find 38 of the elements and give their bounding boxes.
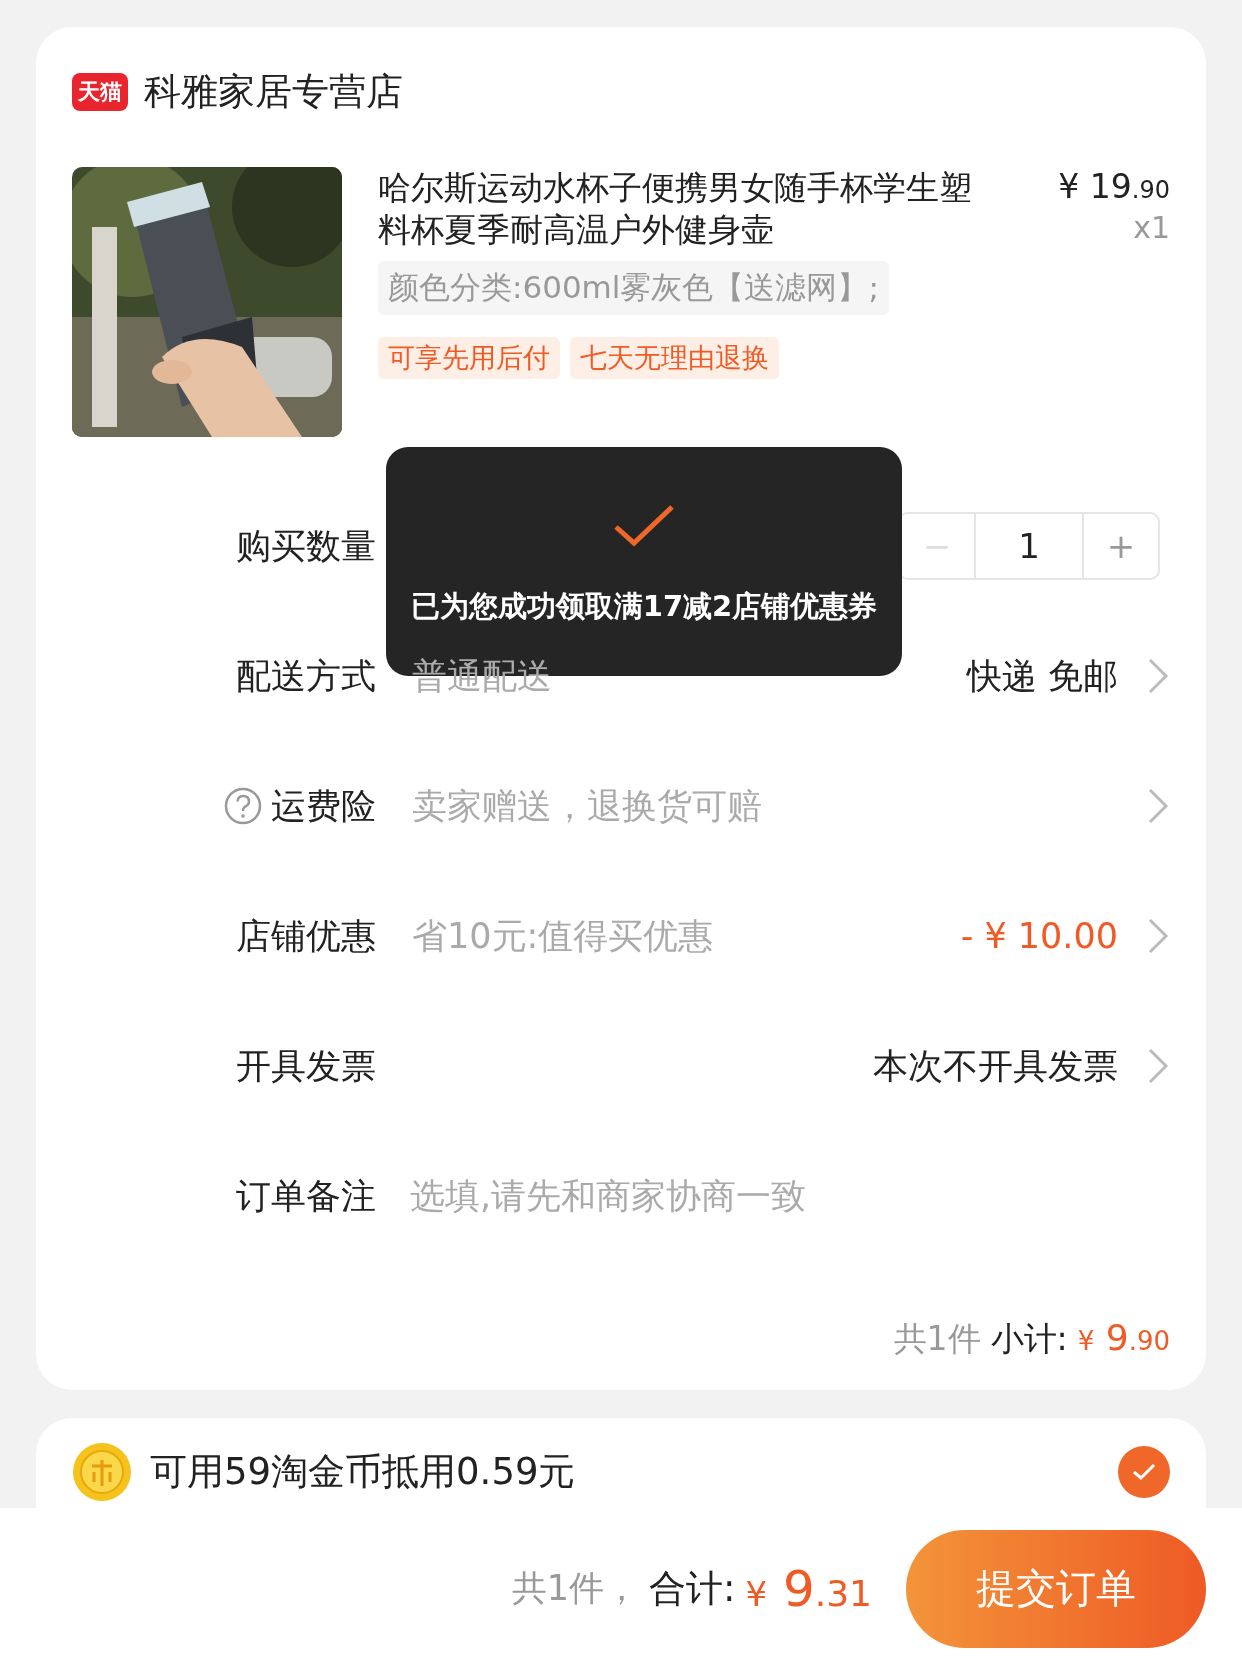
chevron-right-icon [1146, 916, 1170, 956]
row-label: 配送方式 [236, 654, 376, 698]
total-price: ¥ 9.31 [745, 1559, 872, 1618]
row-detail[interactable]: 本次不开具发票 [873, 1042, 1118, 1090]
row-label: 开具发票 [236, 1044, 376, 1088]
row-detail[interactable]: 快递 免邮 [966, 652, 1118, 700]
coin-checkbox[interactable] [1118, 1446, 1170, 1498]
coin-icon [72, 1442, 132, 1502]
coin-offer: 可用59淘金币抵用0.59元 [150, 1449, 577, 1495]
toast-message: 已为您成功领取满17减2店铺优惠券 [410, 588, 878, 625]
row-label: 购买数量 [236, 524, 376, 568]
product-price: ¥ 19.90 [1058, 167, 1170, 206]
note-field[interactable]: 选填,请先和商家协商一致 [408, 1175, 1170, 1217]
sku-label[interactable]: 颜色分类:600ml雾灰色【送滤网】; [378, 261, 889, 315]
row-label: 店铺优惠 [236, 914, 376, 958]
item-count: 共1件 [893, 1318, 981, 1360]
service-tag: 可享先用后付 [378, 337, 560, 379]
help-icon[interactable] [223, 786, 263, 826]
store-name[interactable]: 科雅家居专营店 [144, 67, 403, 117]
chevron-right-icon [1146, 1046, 1170, 1086]
row-label: 运费险 [271, 784, 376, 828]
product-title[interactable]: 哈尔斯运动水杯子便携男女随手杯学生塑料杯夏季耐高温户外健身壶 [378, 167, 1039, 251]
submit-order-button[interactable]: 提交订单 [906, 1529, 1206, 1648]
subtotal-label: 小计: [990, 1318, 1068, 1360]
check-icon [612, 503, 676, 549]
store-badge: 天猫 [72, 72, 128, 112]
subtotal-price: ¥ 9.90 [1077, 1317, 1170, 1358]
check-icon [1131, 1462, 1157, 1482]
service-tag: 七天无理由退换 [570, 337, 779, 379]
product-quantity: x1 [1133, 210, 1170, 245]
discount-amount[interactable]: - ¥ 10.00 [960, 916, 1118, 956]
total-label: 合计: [648, 1565, 736, 1612]
row-value: 省10元:值得买优惠 [412, 915, 714, 956]
item-count: 共1件， [511, 1567, 639, 1610]
chevron-right-icon [1146, 786, 1170, 826]
chevron-right-icon [1146, 656, 1170, 696]
row-label: 订单备注 [236, 1174, 376, 1218]
row-value: 卖家赠送，退换货可赔 [412, 785, 762, 826]
